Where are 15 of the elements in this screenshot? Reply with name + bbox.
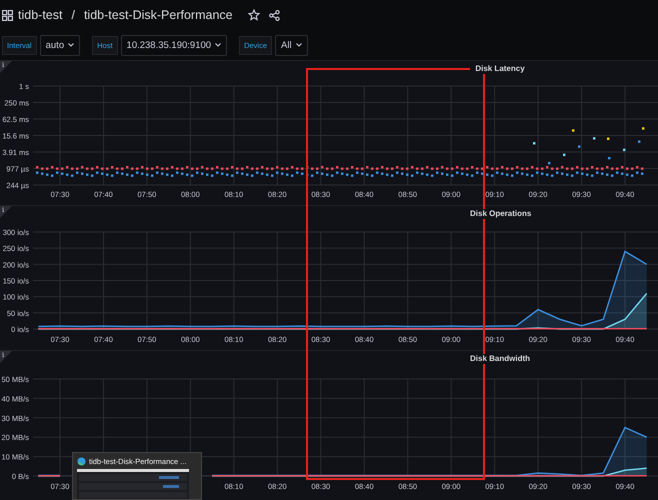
folder-link[interactable]: tidb-test bbox=[18, 8, 62, 22]
star-icon[interactable] bbox=[248, 9, 260, 21]
caret-icon bbox=[68, 43, 74, 47]
caret-icon bbox=[296, 43, 302, 47]
breadcrumb-separator: / bbox=[71, 8, 75, 22]
chart-title: Disk Operations bbox=[470, 209, 530, 219]
chart-title: Disk Bandwidth bbox=[470, 354, 530, 364]
variable-dropdown[interactable]: auto bbox=[40, 34, 80, 56]
dashboard-title[interactable]: tidb-test-Disk-Performance bbox=[84, 8, 233, 22]
dashboard-grid-icon bbox=[2, 10, 13, 20]
browser-icon bbox=[77, 456, 86, 466]
variable-dropdown[interactable]: All bbox=[275, 34, 308, 56]
variable-dropdown[interactable]: 10.238.35.190:9100 bbox=[120, 34, 228, 56]
share-icon[interactable] bbox=[268, 10, 280, 20]
caret-icon bbox=[215, 43, 222, 47]
